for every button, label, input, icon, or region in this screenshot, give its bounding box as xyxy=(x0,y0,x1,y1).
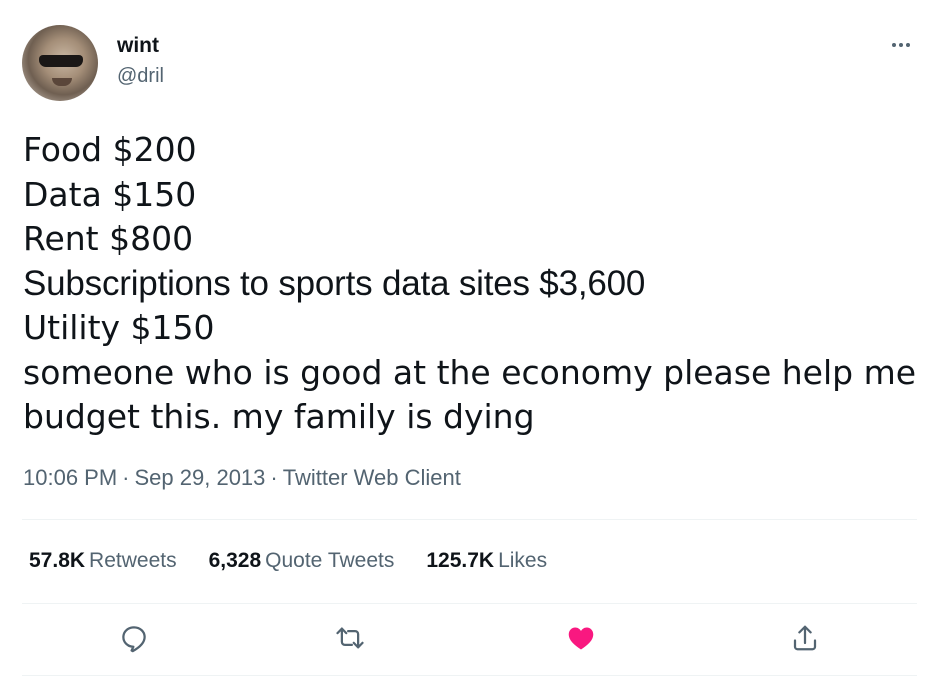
divider xyxy=(22,675,917,676)
tweet-stats: 57.8K Retweets 6,328 Quote Tweets 125.7K Li… xyxy=(29,547,579,575)
tweet-text-line: Rent $800 xyxy=(23,219,194,258)
likes-count: 125.7K xyxy=(426,549,495,572)
tweet-card: wint @dril Food $200 Data $150 Rent $800… xyxy=(0,0,927,678)
tweet-date[interactable]: Sep 29, 2013 xyxy=(135,465,266,490)
tweet-text-line: Utility $150 xyxy=(23,308,215,347)
retweet-icon xyxy=(336,627,364,649)
quote-tweets-stat[interactable]: 6,328 Quote Tweets xyxy=(209,547,395,575)
tweet-text-line: Subscriptions to sports data sites $3,60… xyxy=(23,263,646,303)
divider xyxy=(22,603,917,604)
more-options-icon-dot xyxy=(906,43,910,47)
share-button[interactable] xyxy=(785,618,825,658)
retweets-count: 57.8K xyxy=(29,549,86,572)
display-name[interactable]: wint xyxy=(117,33,164,59)
more-options-icon-dot xyxy=(899,43,903,47)
user-handle[interactable]: @dril xyxy=(117,63,164,89)
tweet-time[interactable]: 10:06 PM xyxy=(23,465,117,490)
user-info: wint @dril xyxy=(117,33,164,89)
tweet-meta: 10:06 PM · Sep 29, 2013 · Twitter Web Client xyxy=(23,464,461,492)
tweet-source[interactable]: Twitter Web Client xyxy=(283,465,461,490)
meta-separator: · xyxy=(122,465,130,490)
tweet-text-line: Food $200 xyxy=(23,130,197,169)
tweet-text-line: someone who is good at the economy pleas… xyxy=(23,352,917,392)
reply-button[interactable] xyxy=(114,618,154,658)
like-button[interactable] xyxy=(561,618,601,658)
quote-tweets-count: 6,328 xyxy=(208,549,262,572)
retweets-label: Retweets xyxy=(89,549,177,572)
retweet-button[interactable] xyxy=(330,618,370,658)
reply-icon xyxy=(122,626,146,653)
avatar-mouth xyxy=(52,78,72,86)
tweet-text-line: Data $150 xyxy=(23,174,197,214)
tweet-text: Food $200 Data $150 Rent $800 Subscripti… xyxy=(23,128,917,440)
avatar-sunglasses xyxy=(39,55,83,67)
meta-separator: · xyxy=(270,465,278,490)
heart-icon xyxy=(568,627,594,650)
likes-label: Likes xyxy=(498,549,548,572)
likes-stat[interactable]: 125.7K Likes xyxy=(426,547,547,575)
retweets-stat[interactable]: 57.8K Retweets xyxy=(29,547,177,575)
avatar[interactable] xyxy=(22,25,98,101)
more-options-button[interactable] xyxy=(883,30,919,60)
share-icon xyxy=(793,625,817,651)
more-options-icon xyxy=(892,43,896,47)
tweet-text-line: budget this. my family is dying xyxy=(23,397,535,436)
divider xyxy=(22,519,917,520)
quote-tweets-label: Quote Tweets xyxy=(265,549,395,572)
